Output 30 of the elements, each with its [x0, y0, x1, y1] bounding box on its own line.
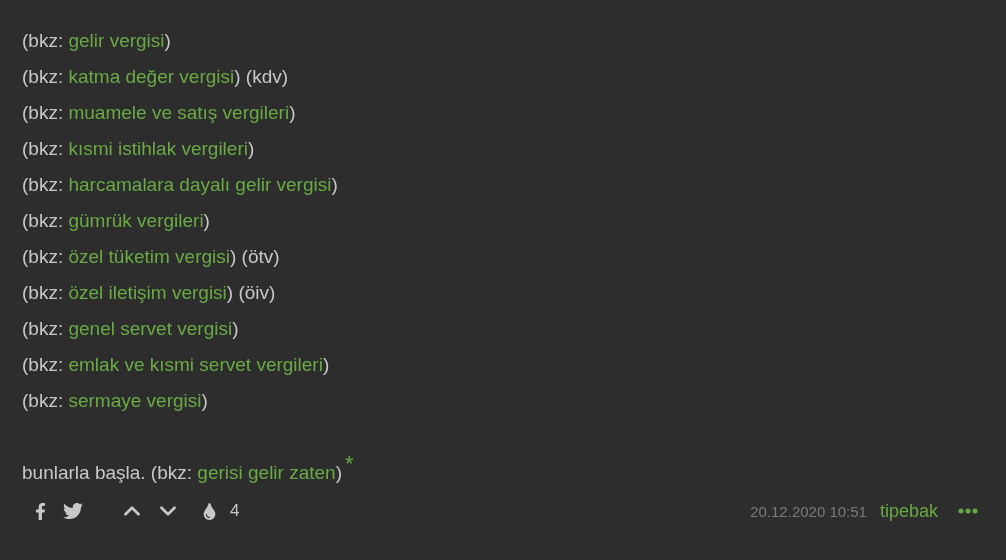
entry-line: (bkz: gelir vergisi) — [22, 29, 171, 53]
topic-link[interactable]: genel servet vergisi — [68, 318, 233, 339]
entry-line: (bkz: özel tüketim vergisi) (ötv) — [22, 245, 280, 269]
topic-link[interactable]: muamele ve satış vergileri — [68, 102, 290, 123]
more-icon[interactable] — [958, 508, 978, 514]
drop-icon[interactable] — [201, 502, 218, 520]
entry-line: (bkz: özel iletişim vergisi) (öiv) — [22, 281, 276, 305]
entry-line: (bkz: kısmi istihlak vergileri) — [22, 137, 255, 161]
twitter-icon[interactable] — [63, 501, 83, 521]
topic-link[interactable]: harcamalara dayalı gelir vergisi — [68, 174, 332, 195]
topic-link[interactable]: özel iletişim vergisi — [68, 282, 227, 303]
entry-line: (bkz: sermaye vergisi) — [22, 389, 208, 413]
topic-link[interactable]: emlak ve kısmi servet vergileri — [68, 354, 323, 375]
topic-link[interactable]: gerisi gelir zaten — [197, 462, 336, 483]
entry-date: 20.12.2020 10:51 — [750, 502, 867, 520]
entry-line: (bkz: muamele ve satış vergileri) — [22, 101, 296, 125]
topic-link[interactable]: gümrük vergileri — [68, 210, 204, 231]
entry-line: (bkz: gümrük vergileri) — [22, 209, 210, 233]
topic-link[interactable]: katma değer vergisi — [68, 66, 235, 87]
topic-link[interactable]: sermaye vergisi — [68, 390, 202, 411]
topic-link[interactable]: kısmi istihlak vergileri — [68, 138, 248, 159]
entry-line: (bkz: harcamalara dayalı gelir vergisi) — [22, 173, 338, 197]
entry-line: (bkz: genel servet vergisi) — [22, 317, 239, 341]
favorite-count: 4 — [230, 501, 240, 521]
reference-link[interactable]: * — [345, 450, 354, 476]
author-link[interactable]: tipebak — [879, 500, 938, 522]
topic-link[interactable]: gelir vergisi — [68, 30, 165, 51]
topic-link[interactable]: özel tüketim vergisi — [68, 246, 230, 267]
entry-line: (bkz: emlak ve kısmi servet vergileri) — [22, 353, 330, 377]
entry-line: (bkz: katma değer vergisi) (kdv) — [22, 65, 289, 89]
